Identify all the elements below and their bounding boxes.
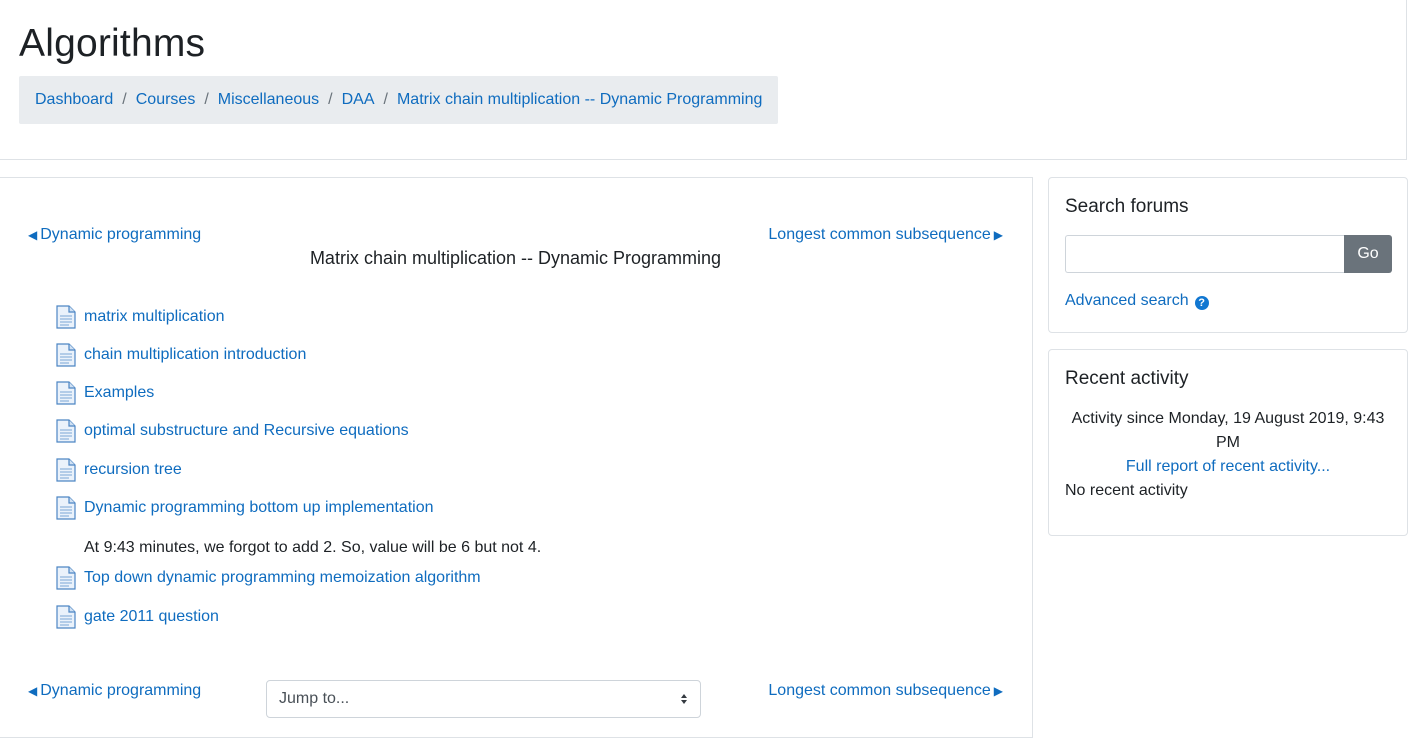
search-forums-title: Search forums	[1065, 196, 1189, 217]
activity-link[interactable]: gate 2011 question	[84, 608, 219, 626]
triangle-left-icon: ◀	[28, 228, 38, 242]
section-title: Matrix chain multiplication -- Dynamic P…	[309, 248, 722, 268]
activity-item[interactable]: recursion tree	[56, 457, 182, 483]
activity-item[interactable]: matrix multiplication	[56, 304, 224, 330]
breadcrumb-separator: /	[383, 91, 388, 108]
recent-activity-block: Recent activity Activity since Monday, 1…	[1048, 349, 1408, 536]
full-report-link[interactable]: Full report of recent activity...	[1065, 455, 1391, 479]
next-section-label: Longest common subsequence	[768, 226, 991, 243]
activity-link[interactable]: optimal substructure and Recursive equat…	[84, 422, 409, 440]
no-recent-activity-text: No recent activity	[1065, 482, 1188, 499]
breadcrumb-dashboard[interactable]: Dashboard	[35, 91, 113, 109]
activity-item[interactable]: Top down dynamic programming memoization…	[56, 565, 481, 591]
search-go-button[interactable]: Go	[1344, 235, 1392, 273]
page-icon	[56, 566, 76, 590]
activity-item[interactable]: optimal substructure and Recursive equat…	[56, 418, 409, 444]
page-icon	[56, 381, 76, 405]
triangle-left-icon: ◀	[28, 684, 38, 698]
page-title: Algorithms	[19, 22, 206, 65]
search-forums-input[interactable]	[1065, 235, 1345, 273]
breadcrumb-separator: /	[122, 91, 127, 108]
advanced-search-label: Advanced search	[1065, 292, 1189, 309]
page-icon	[56, 419, 76, 443]
main-content: ◀ Dynamic programming Longest common sub…	[0, 177, 1033, 738]
activity-link[interactable]: recursion tree	[84, 461, 182, 479]
activity-link[interactable]: Dynamic programming bottom up implementa…	[84, 499, 433, 517]
breadcrumb-daa[interactable]: DAA	[342, 91, 375, 109]
page-icon	[56, 343, 76, 367]
jump-to-selected-value: Jump to...	[279, 690, 350, 707]
prev-section-link-bottom[interactable]: ◀ Dynamic programming	[28, 682, 201, 700]
activity-link[interactable]: Examples	[84, 384, 154, 402]
help-icon[interactable]: ?	[1194, 295, 1209, 310]
breadcrumb-miscellaneous[interactable]: Miscellaneous	[218, 91, 319, 109]
activity-link[interactable]: matrix multiplication	[84, 308, 224, 326]
advanced-search-link[interactable]: Advanced search ?	[1065, 292, 1209, 310]
breadcrumb-separator: /	[328, 91, 333, 108]
next-section-label: Longest common subsequence	[768, 682, 991, 699]
next-section-link-top[interactable]: Longest common subsequence ▶	[768, 226, 1003, 244]
prev-section-label: Dynamic programming	[40, 226, 202, 243]
breadcrumb: Dashboard / Courses / Miscellaneous / DA…	[19, 76, 779, 124]
page-icon	[56, 605, 76, 629]
search-forums-block: Search forums Go Advanced search ?	[1048, 177, 1408, 333]
page-icon	[56, 305, 76, 329]
activity-description: At 9:43 minutes, we forgot to add 2. So,…	[84, 539, 542, 556]
triangle-right-icon: ▶	[993, 228, 1003, 242]
prev-section-label: Dynamic programming	[40, 682, 202, 699]
page-icon	[56, 496, 76, 520]
activity-item[interactable]: Dynamic programming bottom up implementa…	[56, 495, 433, 521]
recent-activity-title: Recent activity	[1065, 368, 1189, 389]
activity-since-text: Activity since Monday, 19 August 2019, 9…	[1071, 410, 1385, 451]
triangle-right-icon: ▶	[993, 684, 1003, 698]
activity-item[interactable]: chain multiplication introduction	[56, 342, 306, 368]
activity-item[interactable]: gate 2011 question	[56, 604, 219, 630]
page-icon	[56, 458, 76, 482]
activity-link[interactable]: chain multiplication introduction	[84, 346, 306, 364]
next-section-link-bottom[interactable]: Longest common subsequence ▶	[768, 682, 1003, 700]
activity-item[interactable]: Examples	[56, 380, 154, 406]
breadcrumb-separator: /	[204, 91, 209, 108]
select-caret-icon	[681, 694, 687, 704]
page-header: Algorithms Dashboard / Courses / Miscell…	[0, 0, 1407, 160]
prev-section-link-top[interactable]: ◀ Dynamic programming	[28, 226, 201, 244]
activity-link[interactable]: Top down dynamic programming memoization…	[84, 569, 481, 587]
jump-to-select[interactable]: Jump to...	[266, 680, 701, 718]
breadcrumb-current-section[interactable]: Matrix chain multiplication -- Dynamic P…	[397, 91, 762, 109]
breadcrumb-courses[interactable]: Courses	[136, 91, 196, 109]
